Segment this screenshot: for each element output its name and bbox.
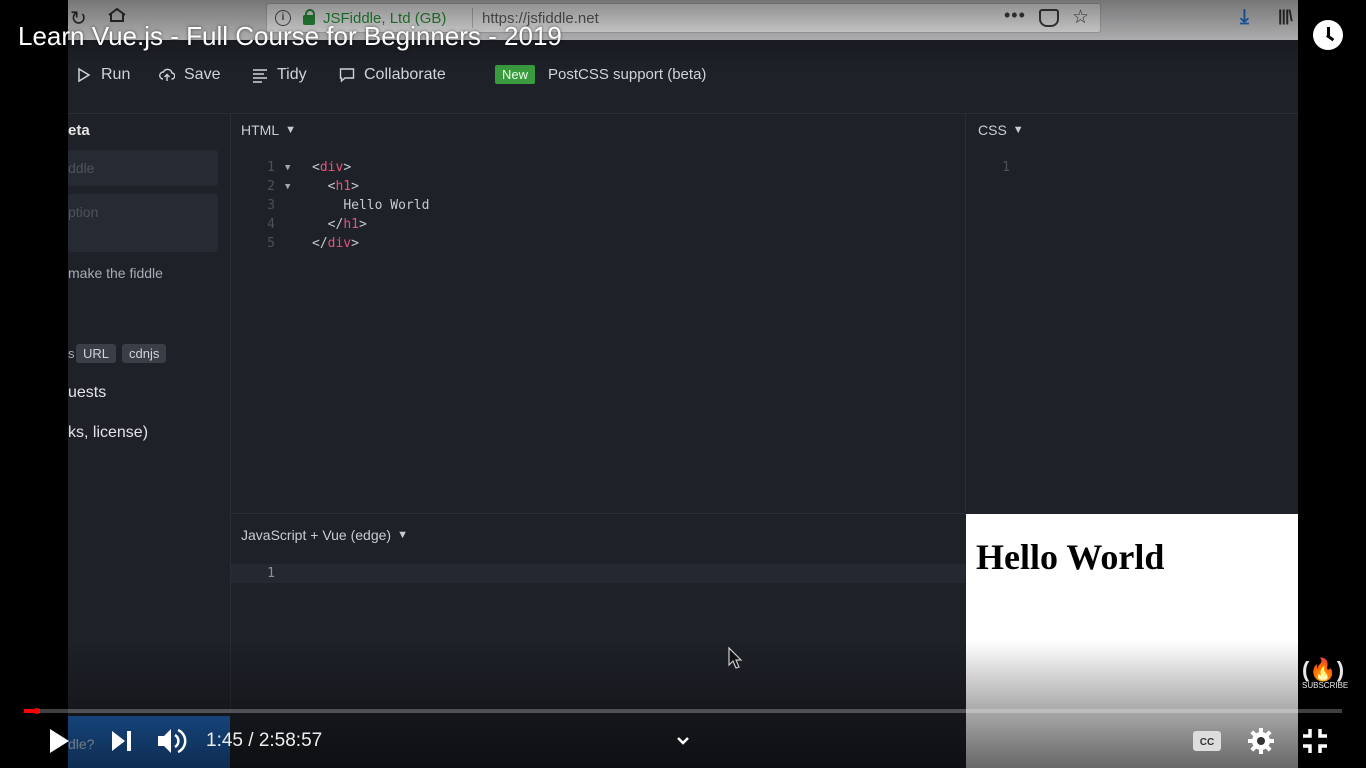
sidebar-item-ajax-requests: uests	[68, 384, 107, 401]
fiddle-meta-sidebar: eta ddle ption make the fiddle s URL cdn…	[68, 114, 231, 714]
css-code-area: 1	[990, 158, 1190, 178]
align-lines-icon	[253, 69, 267, 83]
sidebar-title: eta	[68, 122, 90, 139]
mouse-cursor-icon	[728, 647, 743, 669]
css-panel-label: CSS ▼	[978, 122, 1024, 138]
resources-tab-url: URL	[76, 344, 117, 363]
description-placeholder: ption	[68, 204, 99, 220]
js-panel-label: JavaScript + Vue (edge) ▼	[241, 527, 408, 543]
play-icon	[50, 729, 69, 753]
line-number: 1	[1002, 160, 1010, 175]
run-label: Run	[101, 66, 131, 83]
html-label: HTML	[241, 122, 280, 138]
scrubber-handle[interactable]	[33, 708, 40, 714]
js-label: JavaScript + Vue (edge)	[241, 527, 392, 543]
video-frame[interactable]: ↻ i JSFiddle, Ltd (GB) https://jsfiddle.…	[68, 0, 1298, 768]
subscribe-label: SUBSCRIBE	[1302, 681, 1349, 690]
home-icon	[108, 8, 126, 22]
new-badge: New	[495, 65, 536, 84]
fiddle-name-field: ddle	[68, 150, 218, 186]
code-line: <h1>	[327, 179, 359, 194]
pocket-icon	[1039, 9, 1059, 27]
result-heading: Hello World	[976, 537, 1165, 577]
code-line: </h1>	[327, 217, 367, 232]
css-label: CSS	[978, 122, 1007, 138]
skip-next-icon	[112, 731, 131, 751]
caret-down-icon: ▼	[285, 124, 297, 136]
next-button[interactable]	[106, 724, 136, 758]
video-title[interactable]: Learn Vue.js - Full Course for Beginners…	[18, 21, 562, 52]
line-number: 2	[267, 179, 275, 194]
description-field: ption	[68, 194, 218, 252]
caret-down-icon: ▼	[397, 529, 408, 541]
code-line: Hello World	[343, 198, 430, 213]
library-icon: |||\	[1278, 8, 1293, 25]
svg-text:CC: CC	[1200, 737, 1214, 748]
run-button: Run	[76, 66, 130, 84]
gear-icon	[1248, 728, 1274, 754]
exit-fullscreen-button[interactable]	[1298, 724, 1332, 758]
line-number: 1	[267, 566, 275, 581]
chapters-toggle[interactable]	[670, 724, 696, 758]
channel-watermark[interactable]: (🔥) SUBSCRIBE	[1302, 657, 1349, 697]
sidebar-item-license: ks, license)	[68, 424, 149, 441]
time-display: 1:45 / 2:58:57	[206, 730, 323, 751]
public-option-text: make the fiddle	[68, 265, 163, 281]
html-code-area: 1 ▼ <div> 2 ▼ <h1> 3 Hello World 4 </h1> 5 </div…	[255, 158, 955, 268]
save-button: Save	[159, 66, 220, 84]
tidy-button: Tidy	[252, 66, 307, 84]
collaborate-button: Collaborate	[339, 66, 446, 84]
code-line: </div>	[312, 236, 359, 251]
line-number: 1	[267, 160, 275, 175]
page-actions-icon: •••	[1004, 5, 1026, 25]
bookmark-star-icon: ☆	[1072, 7, 1090, 28]
html-editor-panel: HTML ▼ 1 ▼ <div> 2 ▼ <h1> 3 Hello World 4 </h1…	[231, 114, 966, 512]
line-number: 3	[267, 198, 275, 213]
progress-bar[interactable]	[24, 708, 1342, 714]
resources-tab-cdnjs: cdnjs	[122, 344, 167, 363]
tidy-label: Tidy	[277, 66, 307, 83]
cloud-upload-icon	[159, 68, 175, 81]
closed-captions-icon: CC	[1193, 731, 1221, 751]
chevron-down-icon	[677, 737, 689, 745]
play-icon	[78, 67, 91, 83]
watch-later-clock-icon[interactable]	[1313, 20, 1343, 50]
fold-arrow-icon[interactable]: ▼	[285, 159, 290, 178]
line-number: 5	[267, 236, 275, 251]
collaborate-label: Collaborate	[364, 66, 446, 83]
play-button[interactable]	[44, 724, 74, 758]
postcss-promo-link: PostCSS support (beta)	[548, 66, 707, 83]
captions-button[interactable]: CC	[1190, 724, 1224, 758]
save-label: Save	[184, 66, 221, 83]
caret-down-icon: ▼	[1012, 124, 1024, 136]
name-placeholder: ddle	[68, 160, 95, 176]
line-number: 4	[267, 217, 275, 232]
settings-button[interactable]	[1244, 724, 1278, 758]
html-panel-label: HTML ▼	[241, 122, 296, 138]
fold-arrow-icon[interactable]: ▼	[285, 178, 290, 197]
js-code-area: 1	[255, 564, 455, 584]
freecodecamp-logo-icon: (🔥)	[1302, 657, 1345, 682]
volume-button[interactable]	[154, 724, 190, 758]
chat-bubble-icon	[339, 68, 355, 83]
js-editor-panel: JavaScript + Vue (edge) ▼ 1	[231, 513, 966, 768]
code-line: <div>	[312, 160, 352, 175]
css-editor-panel: CSS ▼ 1	[966, 114, 1298, 512]
download-icon: ⤓	[1240, 6, 1249, 28]
exit-fullscreen-icon	[1303, 729, 1327, 753]
volume-icon	[158, 728, 187, 754]
